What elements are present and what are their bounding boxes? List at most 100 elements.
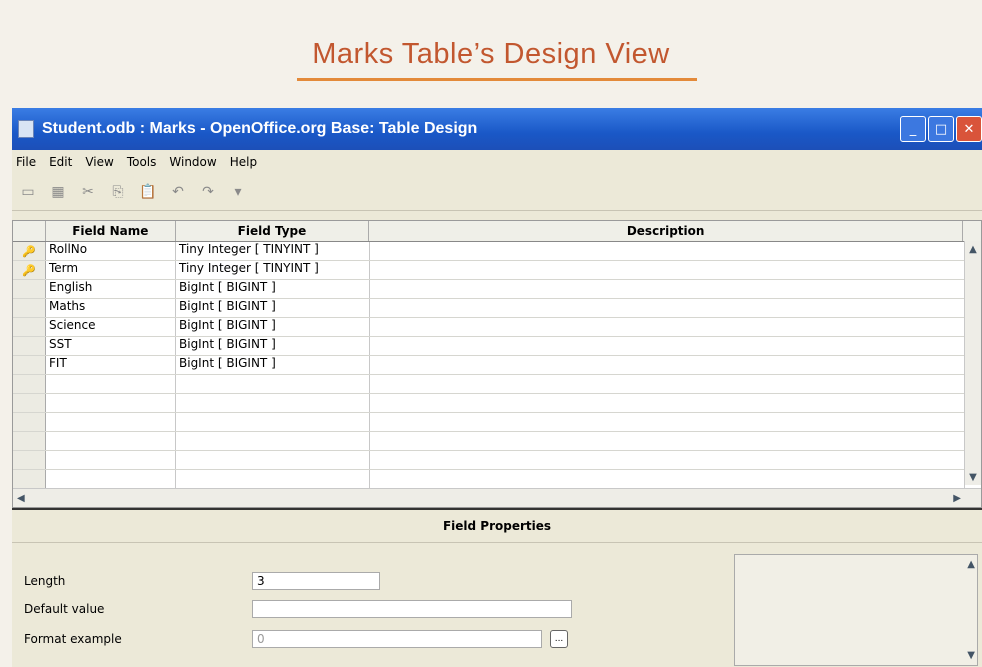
header-field-type[interactable]: Field Type (176, 221, 370, 241)
redo-icon[interactable]: ↷ (198, 183, 218, 201)
dropdown-arrow-icon[interactable]: ▾ (228, 183, 248, 201)
description-cell[interactable] (370, 280, 965, 298)
format-example-label: Format example (24, 632, 122, 646)
field-name-cell[interactable] (46, 413, 176, 431)
maximize-button[interactable]: □ (928, 116, 954, 142)
undo-icon[interactable]: ↶ (168, 183, 188, 201)
field-type-cell[interactable]: BigInt [ BIGINT ] (176, 299, 370, 317)
scroll-left-icon[interactable]: ◀ (13, 493, 25, 504)
help-scroll-down-icon[interactable]: ▼ (967, 650, 975, 661)
field-type-cell[interactable] (176, 394, 370, 412)
menu-edit[interactable]: Edit (49, 155, 72, 169)
horizontal-scrollbar[interactable]: ◀ ▶ (13, 488, 981, 507)
field-type-cell[interactable]: BigInt [ BIGINT ] (176, 280, 370, 298)
description-cell[interactable] (370, 299, 965, 317)
field-type-cell[interactable]: BigInt [ BIGINT ] (176, 356, 370, 374)
edit-icon[interactable]: ▦ (48, 183, 68, 201)
save-icon[interactable]: ▭ (18, 183, 38, 201)
field-name-cell[interactable] (46, 470, 176, 488)
scroll-down-icon[interactable]: ▼ (965, 469, 981, 485)
row-selector[interactable] (13, 375, 46, 393)
field-name-cell[interactable] (46, 375, 176, 393)
table-row[interactable]: SST BigInt [ BIGINT ] (13, 337, 981, 356)
field-name-cell[interactable]: Term (46, 261, 176, 279)
menu-view[interactable]: View (85, 155, 113, 169)
row-selector[interactable] (13, 470, 46, 488)
table-row[interactable]: 🔑 Term Tiny Integer [ TINYINT ] (13, 261, 981, 280)
description-cell[interactable] (370, 242, 965, 260)
header-field-name[interactable]: Field Name (46, 221, 176, 241)
length-input[interactable]: 3 (252, 572, 380, 590)
description-cell[interactable] (370, 451, 965, 469)
field-type-cell[interactable]: BigInt [ BIGINT ] (176, 337, 370, 355)
field-name-cell[interactable]: English (46, 280, 176, 298)
close-button[interactable]: ✕ (956, 116, 982, 142)
field-name-cell[interactable]: RollNo (46, 242, 176, 260)
field-type-cell[interactable] (176, 451, 370, 469)
menu-tools[interactable]: Tools (127, 155, 157, 169)
table-row[interactable] (13, 451, 981, 470)
description-cell[interactable] (370, 375, 965, 393)
format-button[interactable]: ... (550, 630, 568, 648)
table-row[interactable]: English BigInt [ BIGINT ] (13, 280, 981, 299)
field-type-cell[interactable] (176, 413, 370, 431)
table-row[interactable] (13, 470, 981, 489)
paste-icon[interactable]: 📋 (138, 183, 158, 201)
menu-window[interactable]: Window (169, 155, 216, 169)
table-row[interactable] (13, 413, 981, 432)
vertical-scrollbar[interactable]: ▲ ▼ (964, 241, 981, 485)
description-cell[interactable] (370, 356, 965, 374)
description-cell[interactable] (370, 261, 965, 279)
table-row[interactable]: 🔑 RollNo Tiny Integer [ TINYINT ] (13, 242, 981, 261)
header-description[interactable]: Description (369, 221, 964, 241)
scroll-up-icon[interactable]: ▲ (965, 241, 981, 257)
field-name-cell[interactable] (46, 432, 176, 450)
field-type-cell[interactable]: Tiny Integer [ TINYINT ] (176, 242, 370, 260)
primary-key-icon[interactable]: 🔑 (13, 261, 46, 279)
table-row[interactable] (13, 375, 981, 394)
field-name-cell[interactable]: Science (46, 318, 176, 336)
default-value-input[interactable] (252, 600, 572, 618)
description-cell[interactable] (370, 318, 965, 336)
help-scroll-up-icon[interactable]: ▲ (967, 559, 975, 570)
description-cell[interactable] (370, 394, 965, 412)
description-cell[interactable] (370, 413, 965, 431)
row-selector[interactable] (13, 337, 46, 355)
field-name-cell[interactable]: Maths (46, 299, 176, 317)
row-selector[interactable] (13, 413, 46, 431)
table-row[interactable] (13, 394, 981, 413)
row-selector[interactable] (13, 318, 46, 336)
row-selector-header[interactable] (13, 221, 46, 241)
menu-file[interactable]: File (16, 155, 36, 169)
menu-help[interactable]: Help (230, 155, 257, 169)
table-row[interactable]: Science BigInt [ BIGINT ] (13, 318, 981, 337)
row-selector[interactable] (13, 299, 46, 317)
table-row[interactable]: Maths BigInt [ BIGINT ] (13, 299, 981, 318)
table-row[interactable]: FIT BigInt [ BIGINT ] (13, 356, 981, 375)
field-type-cell[interactable] (176, 470, 370, 488)
scroll-right-icon[interactable]: ▶ (953, 493, 981, 504)
description-cell[interactable] (370, 470, 965, 488)
minimize-button[interactable]: _ (900, 116, 926, 142)
row-selector[interactable] (13, 432, 46, 450)
cut-icon[interactable]: ✂ (78, 183, 98, 201)
row-selector[interactable] (13, 451, 46, 469)
description-cell[interactable] (370, 337, 965, 355)
title-bar[interactable]: Student.odb : Marks - OpenOffice.org Bas… (12, 108, 982, 150)
field-name-cell[interactable] (46, 451, 176, 469)
field-name-cell[interactable]: FIT (46, 356, 176, 374)
field-name-cell[interactable] (46, 394, 176, 412)
row-selector[interactable] (13, 280, 46, 298)
field-type-cell[interactable] (176, 432, 370, 450)
field-name-cell[interactable]: SST (46, 337, 176, 355)
table-row[interactable] (13, 432, 981, 451)
field-type-cell[interactable]: BigInt [ BIGINT ] (176, 318, 370, 336)
field-type-cell[interactable]: Tiny Integer [ TINYINT ] (176, 261, 370, 279)
length-label: Length (24, 574, 66, 588)
field-type-cell[interactable] (176, 375, 370, 393)
description-cell[interactable] (370, 432, 965, 450)
primary-key-icon[interactable]: 🔑 (13, 242, 46, 260)
row-selector[interactable] (13, 394, 46, 412)
copy-icon[interactable]: ⎘ (108, 183, 128, 201)
row-selector[interactable] (13, 356, 46, 374)
